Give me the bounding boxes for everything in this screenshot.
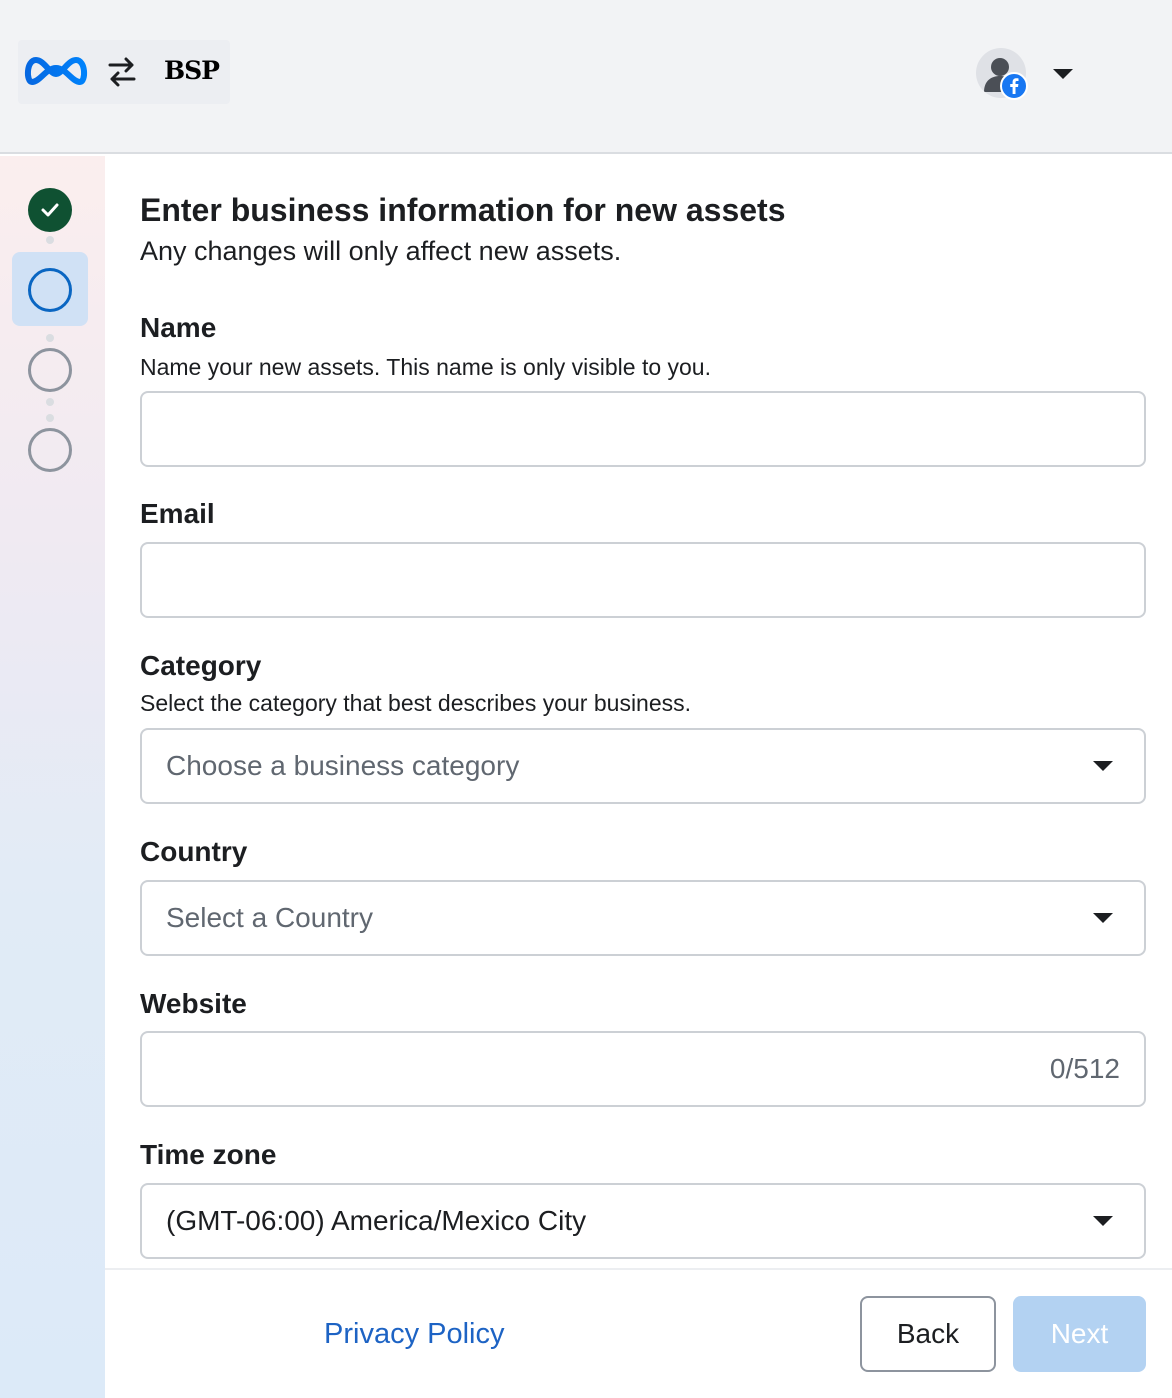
step-progress-sidebar <box>0 156 105 1398</box>
privacy-policy-link[interactable]: Privacy Policy <box>324 1318 505 1351</box>
email-label: Email <box>140 498 215 529</box>
category-description: Select the category that best describes … <box>140 690 692 716</box>
timezone-value: (GMT-06:00) America/Mexico City <box>166 1205 587 1236</box>
step-connector <box>46 398 54 406</box>
step-1-completed <box>28 188 72 232</box>
category-select[interactable]: Choose a business category <box>140 728 1146 804</box>
account-menu[interactable] <box>976 46 1086 102</box>
back-button[interactable]: Back <box>860 1296 996 1372</box>
country-label: Country <box>140 836 248 867</box>
top-header: BSP <box>0 0 1172 154</box>
swap-arrows-icon <box>108 57 136 87</box>
timezone-label: Time zone <box>140 1139 277 1170</box>
step-connector <box>46 414 54 422</box>
brand-bar: BSP <box>18 40 230 104</box>
country-select[interactable]: Select a Country <box>140 880 1146 956</box>
category-label: Category <box>140 650 262 681</box>
website-label: Website <box>140 988 247 1019</box>
category-placeholder: Choose a business category <box>166 750 520 781</box>
meta-logo-icon <box>24 57 88 85</box>
chevron-down-icon <box>1093 913 1113 923</box>
next-button[interactable]: Next <box>1013 1296 1146 1372</box>
chevron-down-icon <box>1093 1216 1113 1226</box>
timezone-select[interactable]: (GMT-06:00) America/Mexico City <box>140 1183 1146 1259</box>
name-description: Name your new assets. This name is only … <box>140 354 711 380</box>
step-2-active <box>28 268 72 312</box>
country-placeholder: Select a Country <box>166 902 373 933</box>
check-icon <box>41 203 59 217</box>
step-connector <box>46 334 54 342</box>
chevron-down-icon <box>1093 761 1113 771</box>
chevron-down-icon <box>1053 69 1073 79</box>
name-label: Name <box>140 312 217 343</box>
facebook-badge-icon <box>1000 72 1028 100</box>
name-input[interactable] <box>140 391 1146 467</box>
step-4-upcoming <box>28 428 72 472</box>
website-input[interactable]: 0/512 <box>140 1031 1146 1107</box>
character-counter: 0/512 <box>1049 1053 1120 1084</box>
step-3-upcoming <box>28 348 72 392</box>
footer-bar: Privacy Policy Back Next <box>105 1268 1172 1398</box>
step-connector <box>46 236 54 244</box>
email-input[interactable] <box>140 542 1146 618</box>
bsp-logo: BSP <box>164 56 220 85</box>
page-title: Enter business information for new asset… <box>140 192 786 228</box>
page-subtitle: Any changes will only affect new assets. <box>140 236 622 266</box>
